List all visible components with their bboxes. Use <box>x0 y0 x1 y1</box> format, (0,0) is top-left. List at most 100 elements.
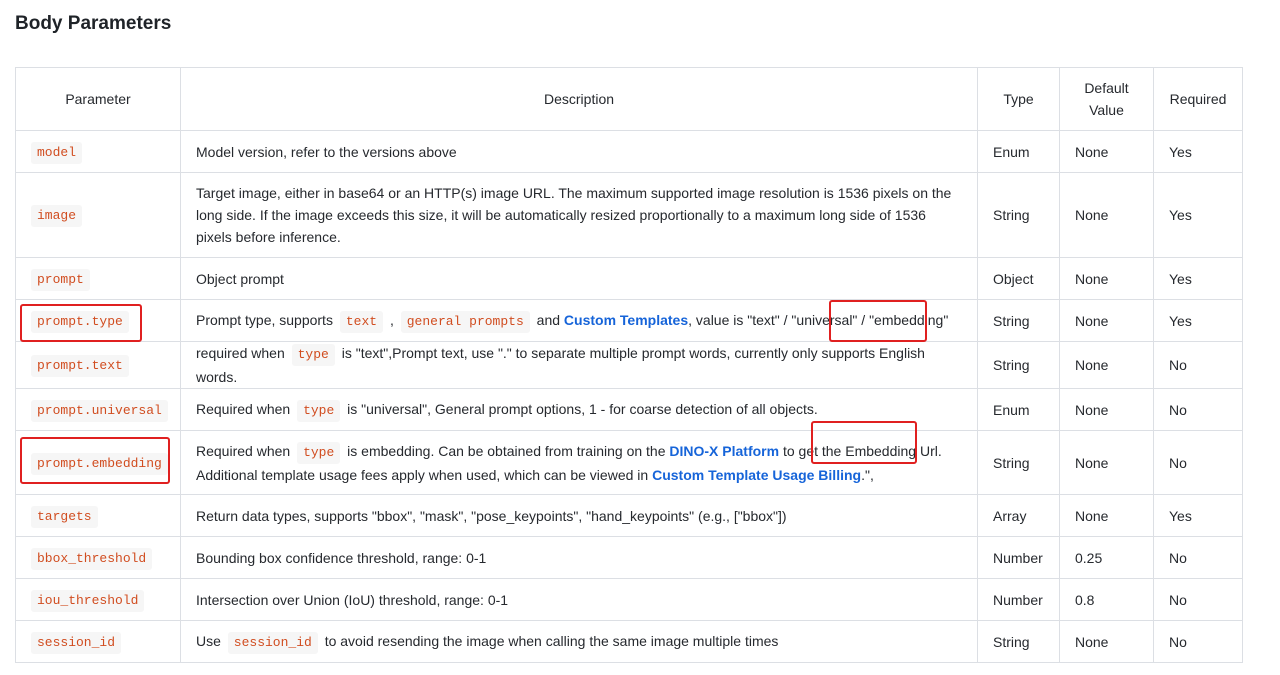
header-type: Type <box>977 67 1060 131</box>
required-cell: Yes <box>1153 299 1243 342</box>
param-name: prompt.text <box>31 355 129 377</box>
default-cell: None <box>1059 494 1154 537</box>
type-cell: String <box>977 341 1060 389</box>
type-cell: Object <box>977 257 1060 300</box>
description-cell: required when type is "text",Prompt text… <box>180 341 978 389</box>
description-cell: Required when type is "universal", Gener… <box>180 388 978 431</box>
param-name: targets <box>31 505 98 528</box>
param-name: prompt.universal <box>31 399 168 422</box>
required-cell: No <box>1153 620 1243 663</box>
header-default-line1: Default <box>1084 80 1129 96</box>
desc-text: is embedding. Can be obtained from train… <box>343 442 670 459</box>
required-cell: Yes <box>1153 494 1243 537</box>
table-row: prompt Object prompt Object None Yes <box>15 257 1243 300</box>
param-cell: session_id <box>15 620 181 663</box>
default-cell: None <box>1059 130 1154 173</box>
inline-code: text <box>339 310 384 333</box>
desc-text: Required when <box>196 400 295 417</box>
table-row: prompt.embedding Required when type is e… <box>15 430 1243 495</box>
required-cell: No <box>1153 536 1243 579</box>
description-cell: Intersection over Union (IoU) threshold,… <box>180 578 978 621</box>
type-cell: Array <box>977 494 1060 537</box>
required-cell: No <box>1153 430 1243 495</box>
table-row: prompt.universal Required when type is "… <box>15 388 1243 431</box>
type-cell: Enum <box>977 388 1060 431</box>
header-default-line2: Value <box>1089 102 1124 118</box>
type-cell: Number <box>977 536 1060 579</box>
param-name: session_id <box>31 631 122 654</box>
type-cell: Enum <box>977 130 1060 173</box>
table-row: model Model version, refer to the versio… <box>15 130 1243 173</box>
desc-text: is "universal", General prompt options, … <box>343 400 818 417</box>
default-cell: 0.25 <box>1059 536 1154 579</box>
param-name: prompt.embedding <box>31 452 168 475</box>
description-cell: Return data types, supports "bbox", "mas… <box>180 494 978 537</box>
template-billing-link[interactable]: Custom Template Usage Billing <box>652 467 861 483</box>
desc-text: required when <box>196 345 289 361</box>
param-name: prompt <box>31 268 90 291</box>
header-parameter: Parameter <box>15 67 181 131</box>
param-cell: prompt.type <box>15 299 181 342</box>
description-cell: Object prompt <box>180 257 978 300</box>
table-row: targets Return data types, supports "bbo… <box>15 494 1243 537</box>
header-required: Required <box>1153 67 1243 131</box>
inline-code: type <box>297 441 341 464</box>
required-cell: Yes <box>1153 130 1243 173</box>
param-cell: iou_threshold <box>15 578 181 621</box>
required-cell: No <box>1153 341 1243 389</box>
type-cell: String <box>977 620 1060 663</box>
table-header-row: Parameter Description Type Default Value … <box>15 67 1243 131</box>
default-cell: None <box>1059 257 1154 300</box>
description-cell: Use session_id to avoid resending the im… <box>180 620 978 663</box>
desc-text: Use <box>196 632 225 649</box>
table-row: session_id Use session_id to avoid resen… <box>15 620 1243 663</box>
param-name: prompt.type <box>31 310 129 333</box>
default-cell: None <box>1059 172 1154 258</box>
param-name: bbox_threshold <box>31 547 153 570</box>
type-cell: String <box>977 299 1060 342</box>
header-description: Description <box>180 67 978 131</box>
type-cell: Number <box>977 578 1060 621</box>
dino-x-platform-link[interactable]: DINO-X Platform <box>669 443 779 459</box>
desc-text: to avoid resending the image when callin… <box>320 632 779 649</box>
table-row: iou_threshold Intersection over Union (I… <box>15 578 1243 621</box>
default-cell: 0.8 <box>1059 578 1154 621</box>
default-cell: None <box>1059 341 1154 389</box>
description-cell: Prompt type, supports text , general pro… <box>180 299 978 342</box>
custom-templates-link[interactable]: Custom Templates <box>564 312 688 328</box>
required-cell: No <box>1153 388 1243 431</box>
header-default-value: Default Value <box>1059 67 1154 131</box>
table-row: image Target image, either in base64 or … <box>15 172 1243 258</box>
param-name: model <box>31 141 83 164</box>
section-title: Body Parameters <box>15 13 172 34</box>
body-parameters-table: Parameter Description Type Default Value … <box>15 67 1243 663</box>
required-cell: No <box>1153 578 1243 621</box>
inline-code: general prompts <box>400 310 530 333</box>
param-cell: model <box>15 130 181 173</box>
desc-text: , value is "text" / "universal" / "embed… <box>688 311 949 328</box>
description-cell: Model version, refer to the versions abo… <box>180 130 978 173</box>
param-name: iou_threshold <box>31 589 145 612</box>
desc-text: , <box>386 311 398 328</box>
table-row: prompt.type Prompt type, supports text ,… <box>15 299 1243 342</box>
description-cell: Required when type is embedding. Can be … <box>180 430 978 495</box>
param-cell: bbox_threshold <box>15 536 181 579</box>
table-row: bbox_threshold Bounding box confidence t… <box>15 536 1243 579</box>
default-cell: None <box>1059 299 1154 342</box>
param-name: image <box>31 205 83 227</box>
param-cell: prompt.text <box>15 341 181 389</box>
desc-text: and <box>532 311 564 328</box>
inline-code: type <box>291 344 335 366</box>
type-cell: String <box>977 172 1060 258</box>
default-cell: None <box>1059 620 1154 663</box>
description-cell: Target image, either in base64 or an HTT… <box>180 172 978 258</box>
inline-code: session_id <box>227 631 318 654</box>
inline-code: type <box>297 399 341 422</box>
default-cell: None <box>1059 430 1154 495</box>
docs-page: Body Parameters Parameter Description Ty… <box>0 0 1280 675</box>
param-cell: prompt.embedding <box>15 430 181 495</box>
param-cell: prompt <box>15 257 181 300</box>
type-cell: String <box>977 430 1060 495</box>
desc-text: Prompt type, supports <box>196 311 337 328</box>
desc-text: Required when <box>196 442 295 459</box>
